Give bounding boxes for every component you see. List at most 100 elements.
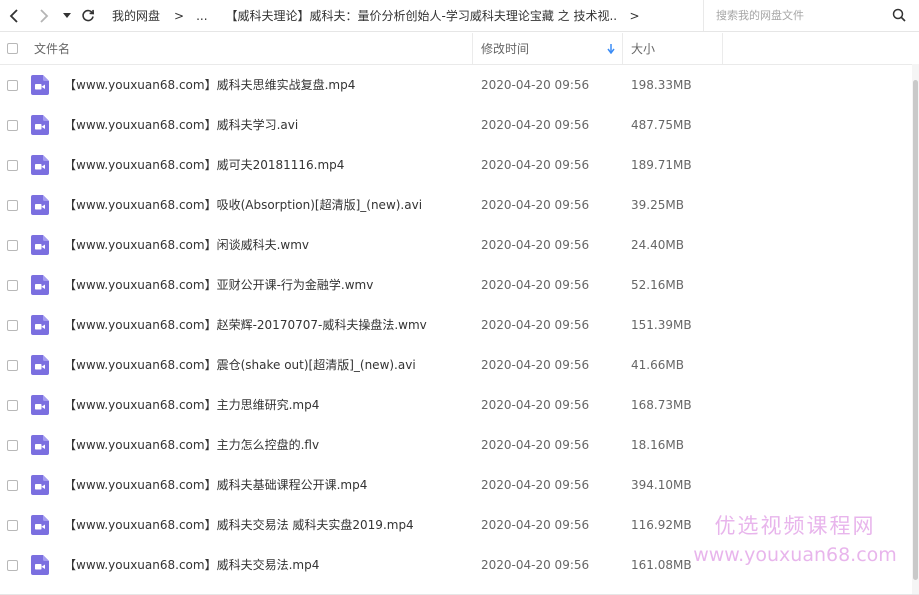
select-all-cell [7, 33, 18, 64]
video-file-icon [31, 395, 49, 415]
file-row[interactable]: 【www.youxuan68.com】赵荣辉-20170707-威科夫操盘法.w… [0, 305, 912, 345]
row-checkbox[interactable] [7, 400, 18, 411]
file-name[interactable]: 【www.youxuan68.com】威科夫交易法.mp4 [64, 545, 319, 585]
file-name[interactable]: 【www.youxuan68.com】威科夫学习.avi [64, 105, 298, 145]
search-input[interactable] [716, 6, 876, 24]
row-checkbox[interactable] [7, 320, 18, 331]
file-size: 394.10MB [631, 478, 692, 492]
file-row[interactable]: 【www.youxuan68.com】威科夫学习.avi 2020-04-20 … [0, 105, 912, 145]
file-size: 41.66MB [631, 358, 684, 372]
file-row[interactable]: 【www.youxuan68.com】威科夫思维实战复盘.mp4 2020-04… [0, 65, 912, 105]
file-row[interactable]: 【www.youxuan68.com】闲谈威科夫.wmv 2020-04-20 … [0, 225, 912, 265]
file-row[interactable]: 【www.youxuan68.com】主力思维研究.mp4 2020-04-20… [0, 385, 912, 425]
file-size: 161.08MB [631, 558, 692, 572]
file-name[interactable]: 【www.youxuan68.com】亚财公开课-行为金融学.wmv [64, 265, 373, 305]
row-checkbox[interactable] [7, 80, 18, 91]
column-divider [472, 33, 473, 64]
file-size: 24.40MB [631, 238, 684, 252]
file-row[interactable]: 【www.youxuan68.com】威可夫20181116.mp4 2020-… [0, 145, 912, 185]
breadcrumb-root[interactable]: 我的网盘 [112, 7, 160, 24]
file-name[interactable]: 【www.youxuan68.com】主力思维研究.mp4 [64, 385, 319, 425]
refresh-icon [82, 9, 95, 21]
file-modified-time: 2020-04-20 09:56 [481, 358, 590, 372]
file-size: 39.25MB [631, 198, 684, 212]
breadcrumb-separator: > [629, 8, 640, 23]
select-all-checkbox[interactable] [7, 43, 18, 54]
file-modified-time: 2020-04-20 09:56 [481, 398, 590, 412]
refresh-button[interactable] [78, 0, 98, 31]
row-checkbox[interactable] [7, 160, 18, 171]
row-checkbox[interactable] [7, 280, 18, 291]
vertical-scrollbar[interactable] [912, 64, 919, 595]
row-checkbox[interactable] [7, 120, 18, 131]
file-modified-time: 2020-04-20 09:56 [481, 278, 590, 292]
file-row[interactable]: 【www.youxuan68.com】主力怎么控盘的.flv 2020-04-2… [0, 425, 912, 465]
video-file-icon [31, 275, 49, 295]
row-checkbox[interactable] [7, 560, 18, 571]
row-checkbox[interactable] [7, 240, 18, 251]
file-name[interactable]: 【www.youxuan68.com】赵荣辉-20170707-威科夫操盘法.w… [64, 305, 427, 345]
column-header-name-label: 文件名 [34, 42, 71, 56]
video-file-icon [31, 235, 49, 255]
back-button[interactable] [4, 0, 24, 31]
column-divider [622, 33, 623, 64]
file-name[interactable]: 【www.youxuan68.com】闲谈威科夫.wmv [64, 225, 309, 265]
video-file-icon [31, 315, 49, 335]
breadcrumb-ellipsis[interactable]: ... [196, 9, 207, 23]
file-size: 487.75MB [631, 118, 692, 132]
file-name[interactable]: 【www.youxuan68.com】威科夫交易法 威科夫实盘2019.mp4 [64, 505, 414, 545]
file-size: 189.71MB [631, 158, 692, 172]
video-file-icon [31, 515, 49, 535]
file-list-header: 文件名 修改时间 大小 [0, 33, 919, 65]
file-row[interactable]: 【www.youxuan68.com】亚财公开课-行为金融学.wmv 2020-… [0, 265, 912, 305]
video-file-icon [31, 555, 49, 575]
file-modified-time: 2020-04-20 09:56 [481, 158, 590, 172]
file-name[interactable]: 【www.youxuan68.com】威科夫思维实战复盘.mp4 [64, 65, 355, 105]
history-dropdown-button[interactable] [60, 0, 74, 31]
sort-down-arrow-icon [607, 44, 615, 54]
row-checkbox[interactable] [7, 520, 18, 531]
breadcrumb-current-folder[interactable]: 【威科夫理论】威科夫：量价分析创始人-学习威科夫理论宝藏 之 技术视... [226, 7, 618, 24]
row-checkbox[interactable] [7, 360, 18, 371]
file-modified-time: 2020-04-20 09:56 [481, 198, 590, 212]
video-file-icon [31, 195, 49, 215]
column-divider [722, 33, 723, 64]
scrollbar-thumb[interactable] [913, 80, 918, 580]
file-row[interactable]: 【www.youxuan68.com】吸收(Absorption)[超清版]_(… [0, 185, 912, 225]
file-row[interactable]: 【www.youxuan68.com】威科夫交易法 威科夫实盘2019.mp4 … [0, 505, 912, 545]
row-checkbox[interactable] [7, 200, 18, 211]
video-file-icon [31, 435, 49, 455]
search-icon[interactable] [892, 8, 906, 22]
file-list: 【www.youxuan68.com】威科夫思维实战复盘.mp4 2020-04… [0, 65, 912, 585]
video-file-icon [31, 355, 49, 375]
forward-button[interactable] [34, 0, 54, 31]
file-name[interactable]: 【www.youxuan68.com】威可夫20181116.mp4 [64, 145, 344, 185]
column-header-modified[interactable]: 修改时间 [481, 33, 621, 64]
file-modified-time: 2020-04-20 09:56 [481, 238, 590, 252]
file-name[interactable]: 【www.youxuan68.com】吸收(Absorption)[超清版]_(… [64, 185, 422, 225]
row-checkbox[interactable] [7, 480, 18, 491]
file-name[interactable]: 【www.youxuan68.com】威科夫基础课程公开课.mp4 [64, 465, 367, 505]
file-row[interactable]: 【www.youxuan68.com】震仓(shake out)[超清版]_(n… [0, 345, 912, 385]
file-name[interactable]: 【www.youxuan68.com】震仓(shake out)[超清版]_(n… [64, 345, 416, 385]
column-header-modified-label: 修改时间 [481, 42, 530, 56]
file-modified-time: 2020-04-20 09:56 [481, 118, 590, 132]
file-size: 18.16MB [631, 438, 684, 452]
video-file-icon [31, 155, 49, 175]
file-size: 116.92MB [631, 518, 692, 532]
file-size: 151.39MB [631, 318, 692, 332]
file-modified-time: 2020-04-20 09:56 [481, 478, 590, 492]
video-file-icon [31, 115, 49, 135]
file-modified-time: 2020-04-20 09:56 [481, 78, 590, 92]
file-name[interactable]: 【www.youxuan68.com】主力怎么控盘的.flv [64, 425, 319, 465]
file-row[interactable]: 【www.youxuan68.com】威科夫基础课程公开课.mp4 2020-0… [0, 465, 912, 505]
file-modified-time: 2020-04-20 09:56 [481, 558, 590, 572]
row-checkbox[interactable] [7, 440, 18, 451]
column-header-size[interactable]: 大小 [631, 33, 721, 64]
column-header-size-label: 大小 [631, 42, 656, 56]
breadcrumb: 我的网盘 > ... 【威科夫理论】威科夫：量价分析创始人-学习威科夫理论宝藏 … [112, 0, 652, 31]
top-navigation-bar: 我的网盘 > ... 【威科夫理论】威科夫：量价分析创始人-学习威科夫理论宝藏 … [0, 0, 919, 32]
file-row[interactable]: 【www.youxuan68.com】威科夫交易法.mp4 2020-04-20… [0, 545, 912, 585]
column-header-name[interactable]: 文件名 [34, 33, 470, 64]
chevron-left-icon [9, 8, 18, 23]
